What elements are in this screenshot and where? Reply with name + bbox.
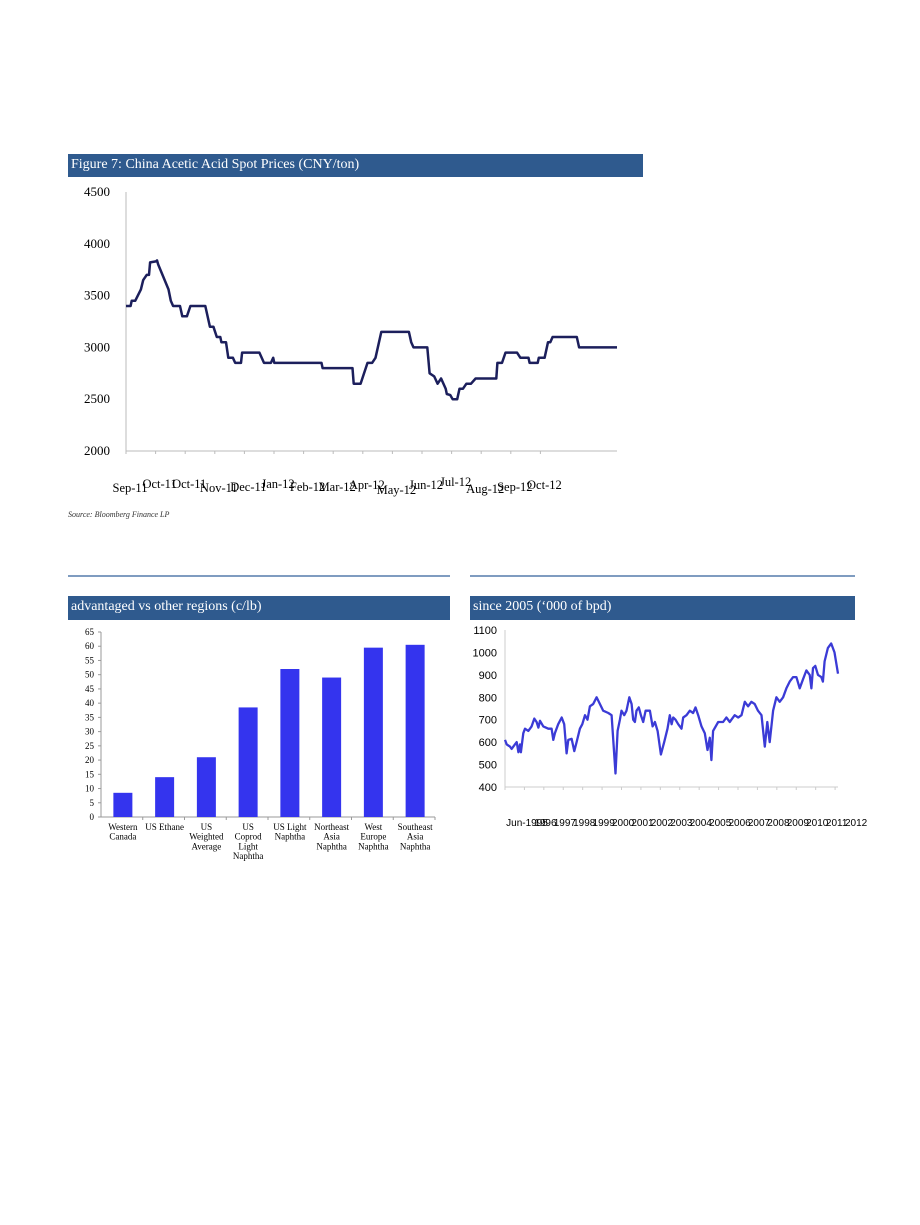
y-tick-label: 2500: [84, 391, 110, 406]
x-tick-label: 2012: [845, 818, 868, 829]
bar: [405, 644, 425, 817]
y-tick-label: 15: [85, 769, 95, 779]
category-label: Southeast: [398, 822, 433, 832]
category-label: Naphtha: [358, 841, 389, 851]
x-tick-label: Oct-12: [527, 478, 562, 492]
y-tick-label: 5: [90, 798, 95, 808]
category-label: Naphtha: [275, 832, 306, 842]
category-label: Naphtha: [316, 841, 347, 851]
bar: [196, 757, 216, 817]
volume-series-line: [503, 642, 840, 775]
y-tick-label: 1100: [473, 625, 497, 637]
category-label: Europe: [360, 832, 386, 842]
y-tick-label: 65: [85, 627, 95, 637]
category-label: US Light: [273, 822, 307, 832]
x-tick-label: Jun-12: [409, 478, 443, 492]
y-tick-label: 800: [479, 692, 497, 704]
category-label: Western: [108, 822, 138, 832]
y-tick-label: 25: [85, 741, 95, 751]
category-label: Asia: [407, 832, 424, 842]
y-tick-label: 1000: [473, 647, 497, 659]
y-tick-label: 700: [479, 715, 497, 727]
category-label: Weighted: [189, 832, 224, 842]
category-label: Average: [191, 841, 221, 851]
y-tick-label: 4500: [84, 184, 110, 199]
y-tick-label: 20: [85, 755, 95, 765]
y-tick-label: 2000: [84, 443, 110, 458]
price-series-line: [126, 259, 617, 401]
y-tick-label: 400: [479, 782, 497, 794]
category-label: West: [364, 822, 382, 832]
category-label: Coprod: [235, 832, 263, 842]
category-label: Northeast: [314, 822, 349, 832]
bar: [363, 647, 383, 817]
bar: [238, 707, 258, 817]
y-tick-label: 35: [85, 712, 95, 722]
y-tick-label: 600: [479, 737, 497, 749]
category-label: US Ethane: [145, 822, 184, 832]
category-label: Asia: [323, 832, 340, 842]
y-tick-label: 30: [85, 727, 95, 737]
y-tick-label: 4000: [84, 236, 110, 251]
y-tick-label: 60: [85, 641, 95, 651]
category-label: US: [242, 822, 254, 832]
bar: [322, 677, 342, 817]
y-tick-label: 45: [85, 684, 95, 694]
category-label: Canada: [109, 832, 136, 842]
y-tick-label: 0: [90, 812, 95, 822]
category-label: US: [201, 822, 213, 832]
bar: [280, 669, 300, 817]
y-tick-label: 900: [479, 670, 497, 682]
bar: [155, 777, 175, 817]
y-tick-label: 50: [85, 670, 95, 680]
y-tick-label: 55: [85, 655, 95, 665]
y-tick-label: 3500: [84, 288, 110, 303]
y-tick-label: 500: [479, 760, 497, 772]
y-tick-label: 10: [85, 784, 95, 794]
bar: [113, 792, 133, 817]
y-tick-label: 40: [85, 698, 95, 708]
category-label: Naphtha: [400, 841, 431, 851]
charts-canvas: 200025003000350040004500Sep-11Oct-11Oct-…: [84, 184, 868, 861]
category-label: Naphtha: [233, 851, 264, 861]
y-tick-label: 3000: [84, 339, 110, 354]
category-label: Light: [238, 841, 258, 851]
